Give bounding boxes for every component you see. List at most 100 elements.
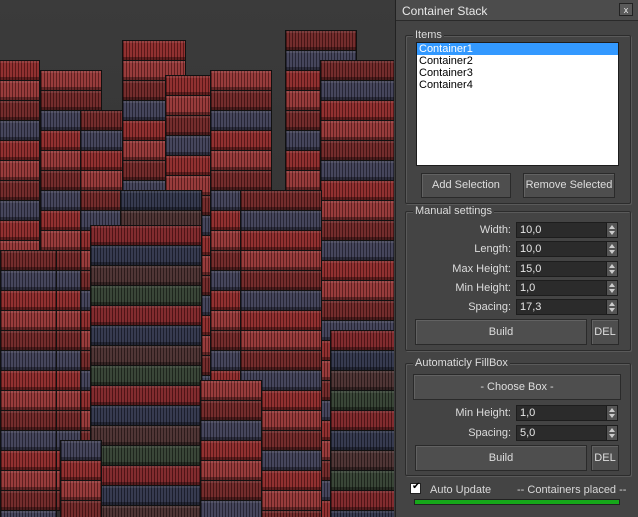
shipping-container-model — [320, 300, 394, 321]
shipping-container-model — [210, 110, 272, 131]
shipping-container-model — [60, 440, 102, 461]
shipping-container-model — [0, 490, 57, 511]
shipping-container-model — [330, 350, 394, 371]
shipping-container-model — [0, 370, 57, 391]
min-height-spinner[interactable] — [516, 280, 618, 296]
choose-box-button[interactable]: - Choose Box - — [413, 374, 621, 400]
width-spin-arrows[interactable] — [606, 223, 617, 237]
shipping-container-model — [120, 190, 202, 211]
spacing-spin-arrows[interactable] — [606, 300, 617, 314]
3d-viewport[interactable] — [0, 0, 394, 517]
spacing-label: Spacing: — [468, 301, 511, 313]
shipping-container-model — [320, 200, 394, 221]
shipping-container-model — [0, 160, 40, 181]
shipping-container-model — [90, 305, 202, 326]
shipping-container-model — [320, 80, 394, 101]
shipping-container-model — [0, 510, 57, 517]
title-bar[interactable]: Container Stack x — [396, 0, 638, 21]
shipping-container-model — [330, 470, 394, 491]
shipping-container-model — [90, 505, 202, 517]
shipping-container-model — [0, 430, 57, 451]
shipping-container-model — [90, 425, 202, 446]
shipping-container-model — [240, 310, 322, 331]
autofill-min-height-input[interactable] — [517, 406, 610, 420]
shipping-container-model — [240, 290, 322, 311]
shipping-container-model — [330, 370, 394, 391]
shipping-container-model — [210, 150, 272, 171]
autofill-min-height-label: Min Height: — [455, 407, 511, 419]
autofill-spacing-label: Spacing: — [468, 427, 511, 439]
shipping-container-model — [240, 190, 322, 211]
min-height-label: Min Height: — [455, 282, 511, 294]
shipping-container-model — [0, 350, 57, 371]
container-stack-panel: Container Stack x Items Container1 Conta… — [395, 0, 638, 517]
shipping-container-model — [122, 40, 186, 61]
shipping-container-model — [330, 410, 394, 431]
length-input[interactable] — [517, 242, 610, 256]
shipping-container-model — [200, 380, 262, 401]
autofill-min-height-spinner[interactable] — [516, 405, 618, 421]
shipping-container-model — [320, 220, 394, 241]
shipping-container-model — [320, 160, 394, 181]
auto-update-checkbox[interactable] — [410, 481, 421, 494]
list-item-container3[interactable]: Container3 — [417, 67, 618, 79]
autofill-build-button[interactable]: Build — [415, 445, 587, 471]
shipping-container-model — [285, 30, 357, 51]
shipping-container-model — [200, 400, 262, 421]
min-height-input[interactable] — [517, 281, 610, 295]
shipping-container-model — [240, 230, 322, 251]
shipping-container-model — [210, 170, 272, 191]
shipping-container-model — [320, 180, 394, 201]
shipping-container-model — [320, 60, 394, 81]
manual-settings-label: Manual settings — [413, 205, 495, 217]
shipping-container-model — [0, 450, 57, 471]
list-item-container4[interactable]: Container4 — [417, 79, 618, 91]
shipping-container-model — [320, 260, 394, 281]
window-title: Container Stack — [402, 4, 488, 18]
spacing-spinner[interactable] — [516, 299, 618, 315]
autofill-spacing-input[interactable] — [517, 426, 610, 440]
manual-build-button[interactable]: Build — [415, 319, 587, 345]
width-spinner[interactable] — [516, 222, 618, 238]
shipping-container-model — [0, 140, 40, 161]
add-selection-button[interactable]: Add Selection — [421, 173, 511, 198]
shipping-container-model — [320, 140, 394, 161]
remove-selected-button[interactable]: Remove Selected — [523, 173, 615, 198]
shipping-container-model — [0, 60, 40, 81]
shipping-container-model — [0, 310, 57, 331]
max-height-spin-arrows[interactable] — [606, 262, 617, 276]
autofill-spacing-spinner[interactable] — [516, 425, 618, 441]
min-height-spin-arrows[interactable] — [606, 281, 617, 295]
autofill-min-height-spin-arrows[interactable] — [606, 406, 617, 420]
shipping-container-model — [0, 250, 57, 271]
shipping-container-model — [210, 70, 272, 91]
spacing-input[interactable] — [517, 300, 610, 314]
shipping-container-model — [90, 245, 202, 266]
width-input[interactable] — [517, 223, 610, 237]
items-listbox[interactable]: Container1 Container2 Container3 Contain… — [416, 42, 619, 166]
shipping-container-model — [90, 225, 202, 246]
list-item-container1[interactable]: Container1 — [417, 43, 618, 55]
shipping-container-model — [0, 410, 57, 431]
shipping-container-model — [90, 405, 202, 426]
autofill-spacing-spin-arrows[interactable] — [606, 426, 617, 440]
shipping-container-model — [90, 265, 202, 286]
shipping-container-model — [320, 240, 394, 261]
autofill-del-button[interactable]: DEL — [591, 445, 619, 471]
shipping-container-model — [0, 390, 57, 411]
max-height-spinner[interactable] — [516, 261, 618, 277]
max-height-label: Max Height: — [452, 263, 511, 275]
shipping-container-model — [0, 80, 40, 101]
shipping-container-model — [330, 490, 394, 511]
progress-bar — [414, 499, 620, 505]
shipping-container-model — [0, 220, 40, 241]
shipping-container-model — [320, 100, 394, 121]
manual-del-button[interactable]: DEL — [591, 319, 619, 345]
shipping-container-model — [0, 180, 40, 201]
close-button[interactable]: x — [619, 3, 633, 16]
shipping-container-model — [330, 390, 394, 411]
length-spinner[interactable] — [516, 241, 618, 257]
list-item-container2[interactable]: Container2 — [417, 55, 618, 67]
max-height-input[interactable] — [517, 262, 610, 276]
length-spin-arrows[interactable] — [606, 242, 617, 256]
